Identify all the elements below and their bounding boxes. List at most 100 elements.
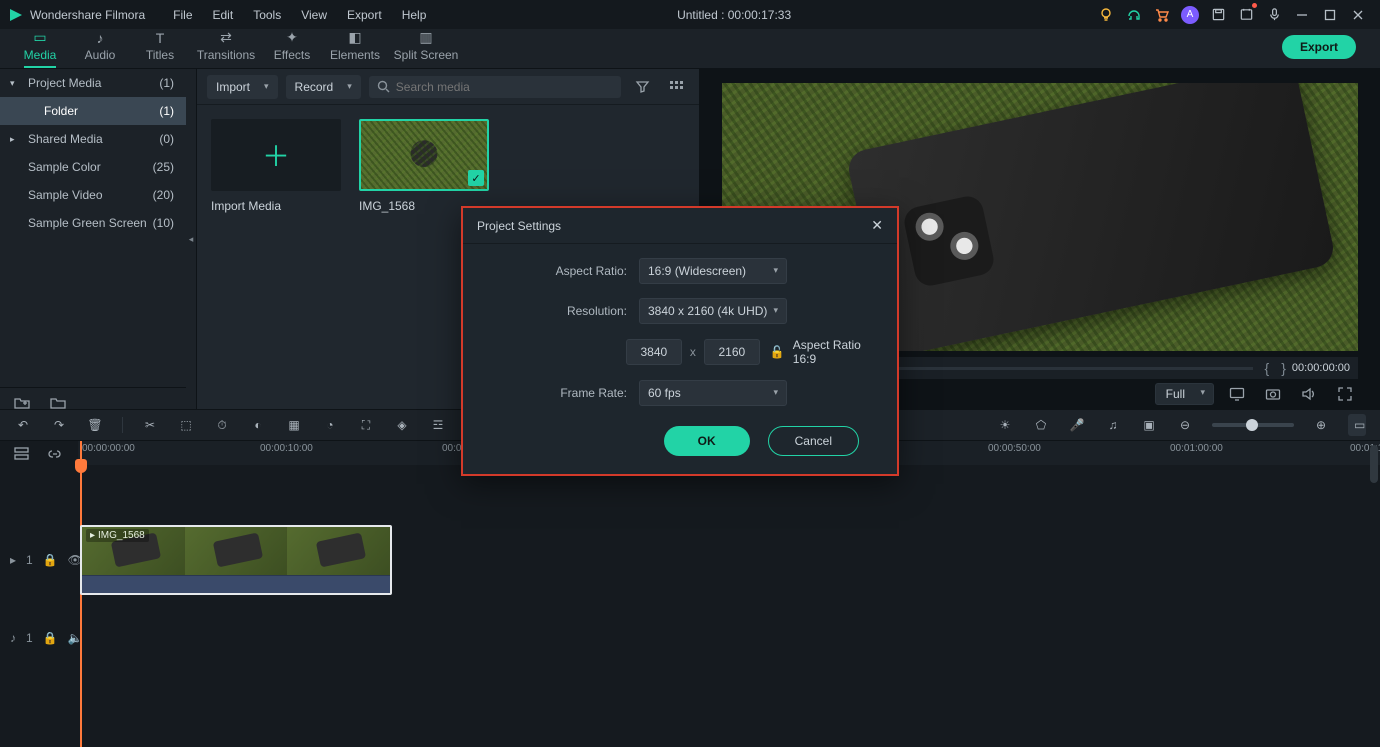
menu-export[interactable]: Export bbox=[337, 8, 392, 22]
fullscreen-icon[interactable] bbox=[1332, 381, 1358, 407]
sidebar-item-sample-green-screen[interactable]: Sample Green Screen(10) bbox=[0, 209, 186, 237]
sidebar-item-sample-color[interactable]: Sample Color(25) bbox=[0, 153, 186, 181]
snapshot-icon[interactable] bbox=[1260, 381, 1286, 407]
sidebar-item-shared-media[interactable]: ▸Shared Media(0) bbox=[0, 125, 186, 153]
search-input[interactable] bbox=[396, 80, 613, 94]
stack-view-icon[interactable] bbox=[14, 447, 29, 460]
undo-icon[interactable]: ↶ bbox=[14, 418, 32, 432]
ruler-tick: 00:01:00:00 bbox=[1170, 443, 1223, 454]
folder-icon[interactable] bbox=[50, 396, 66, 410]
aspect-ratio-label: Aspect Ratio: bbox=[481, 264, 639, 278]
filter-icon[interactable] bbox=[629, 74, 655, 100]
sidebar-item-folder[interactable]: Folder(1) bbox=[0, 97, 186, 125]
audio-track-number: 1 bbox=[26, 631, 33, 645]
music-note-icon: ♪ bbox=[70, 30, 130, 46]
x-separator: x bbox=[682, 345, 704, 359]
display-icon[interactable] bbox=[1224, 381, 1250, 407]
video-clip[interactable]: ▸IMG_1568 bbox=[80, 525, 392, 595]
resolution-height-input[interactable] bbox=[704, 339, 760, 365]
import-media-card[interactable]: ＋ Import Media bbox=[211, 119, 341, 395]
search-input-wrap[interactable] bbox=[369, 76, 621, 98]
keyframe-right-icon[interactable]: } bbox=[1275, 360, 1292, 376]
duration-icon[interactable]: ◔ bbox=[321, 418, 339, 432]
link-icon[interactable] bbox=[47, 447, 62, 460]
notifications-icon[interactable] bbox=[1232, 1, 1260, 29]
record-screen-icon[interactable]: ▣ bbox=[1140, 418, 1158, 432]
menu-edit[interactable]: Edit bbox=[203, 8, 244, 22]
sidebar-item-count: (25) bbox=[153, 160, 174, 174]
sidebar-item-count: (20) bbox=[153, 188, 174, 202]
zoom-slider[interactable] bbox=[1212, 423, 1294, 427]
sidebar-item-count: (1) bbox=[159, 104, 174, 118]
menu-tools[interactable]: Tools bbox=[243, 8, 291, 22]
chevron-left-icon: ◂ bbox=[189, 234, 194, 245]
lock-icon[interactable]: 🔒 bbox=[43, 553, 58, 567]
primary-tabs: ▭Media ♪Audio TTitles ⇄Transitions ✦Effe… bbox=[0, 29, 1380, 69]
tab-elements[interactable]: ◧Elements bbox=[322, 29, 388, 68]
shapes-icon: ◧ bbox=[322, 29, 388, 46]
window-close[interactable] bbox=[1344, 1, 1372, 29]
marker-icon[interactable]: ⬠ bbox=[1032, 418, 1050, 432]
zoom-fit-icon[interactable]: ▭ bbox=[1348, 414, 1366, 436]
menu-view[interactable]: View bbox=[291, 8, 337, 22]
video-track-lane[interactable]: ▸IMG_1568 bbox=[78, 521, 1380, 599]
split-icon: ▥ bbox=[388, 29, 464, 46]
resolution-width-input[interactable] bbox=[626, 339, 682, 365]
tab-effects[interactable]: ✦Effects bbox=[262, 29, 322, 68]
tab-audio[interactable]: ♪Audio bbox=[70, 30, 130, 68]
cut-icon[interactable]: ✂ bbox=[141, 418, 159, 432]
preview-quality-dropdown[interactable]: Full bbox=[1155, 383, 1214, 405]
tips-icon[interactable] bbox=[1092, 1, 1120, 29]
ok-button[interactable]: OK bbox=[664, 426, 750, 456]
zoom-out-icon[interactable]: ⊖ bbox=[1176, 418, 1194, 432]
redo-icon[interactable]: ↷ bbox=[50, 418, 68, 432]
sidebar-item-project-media[interactable]: ▾Project Media(1) bbox=[0, 69, 186, 97]
tab-transitions[interactable]: ⇄Transitions bbox=[190, 29, 262, 68]
sidebar-item-sample-video[interactable]: Sample Video(20) bbox=[0, 181, 186, 209]
zoom-in-icon[interactable]: ⊕ bbox=[1312, 418, 1330, 432]
menu-file[interactable]: File bbox=[163, 8, 202, 22]
grid-view-icon[interactable] bbox=[663, 74, 689, 100]
voiceover-icon[interactable]: 🎤 bbox=[1068, 418, 1086, 432]
clip-audio-waveform bbox=[82, 575, 390, 595]
crop-icon[interactable]: ⬚ bbox=[177, 418, 195, 432]
render-icon[interactable]: ☀ bbox=[996, 418, 1014, 432]
delete-icon[interactable]: 🗑 bbox=[86, 418, 104, 432]
window-minimize[interactable] bbox=[1288, 1, 1316, 29]
project-settings-dialog: Project Settings ✕ Aspect Ratio: 16:9 (W… bbox=[461, 206, 899, 476]
volume-icon[interactable] bbox=[1296, 381, 1322, 407]
record-dropdown[interactable]: Record▾ bbox=[286, 75, 361, 99]
mic-icon[interactable] bbox=[1260, 1, 1288, 29]
keyframe-icon[interactable]: ◈ bbox=[393, 418, 411, 432]
expand-icon[interactable]: ⛶ bbox=[357, 418, 375, 433]
resolution-select[interactable]: 3840 x 2160 (4k UHD) bbox=[639, 298, 787, 324]
import-dropdown[interactable]: Import▾ bbox=[207, 75, 278, 99]
save-icon[interactable] bbox=[1204, 1, 1232, 29]
lock-aspect-icon[interactable]: 🔓 bbox=[770, 345, 785, 359]
sidebar-collapse-toggle[interactable]: ◂ bbox=[186, 69, 196, 409]
avatar[interactable]: A bbox=[1176, 1, 1204, 29]
export-button[interactable]: Export bbox=[1282, 35, 1356, 59]
adjust-icon[interactable]: ☲ bbox=[429, 418, 447, 432]
tab-media[interactable]: ▭Media bbox=[10, 29, 70, 68]
audio-track-lane[interactable] bbox=[78, 599, 1380, 677]
window-maximize[interactable] bbox=[1316, 1, 1344, 29]
import-label: Import bbox=[216, 80, 250, 94]
tab-split-screen[interactable]: ▥Split Screen bbox=[388, 29, 464, 68]
green-screen-icon[interactable]: ▦ bbox=[285, 418, 303, 432]
frame-rate-select[interactable]: 60 fps bbox=[639, 380, 787, 406]
aspect-ratio-select[interactable]: 16:9 (Widescreen) bbox=[639, 258, 787, 284]
lock-icon[interactable]: 🔒 bbox=[43, 631, 58, 645]
keyframe-left-icon[interactable]: { bbox=[1259, 360, 1276, 376]
check-icon: ✓ bbox=[468, 170, 484, 186]
menu-help[interactable]: Help bbox=[392, 8, 437, 22]
mixer-icon[interactable]: ♫ bbox=[1104, 418, 1122, 432]
new-folder-icon[interactable] bbox=[14, 396, 30, 410]
speed-icon[interactable]: ⏱ bbox=[213, 418, 231, 433]
cart-icon[interactable] bbox=[1148, 1, 1176, 29]
color-icon[interactable]: ◐ bbox=[249, 418, 267, 432]
dialog-close-icon[interactable]: ✕ bbox=[871, 217, 883, 234]
tab-titles[interactable]: TTitles bbox=[130, 30, 190, 68]
headphones-icon[interactable] bbox=[1120, 1, 1148, 29]
cancel-button[interactable]: Cancel bbox=[768, 426, 859, 456]
